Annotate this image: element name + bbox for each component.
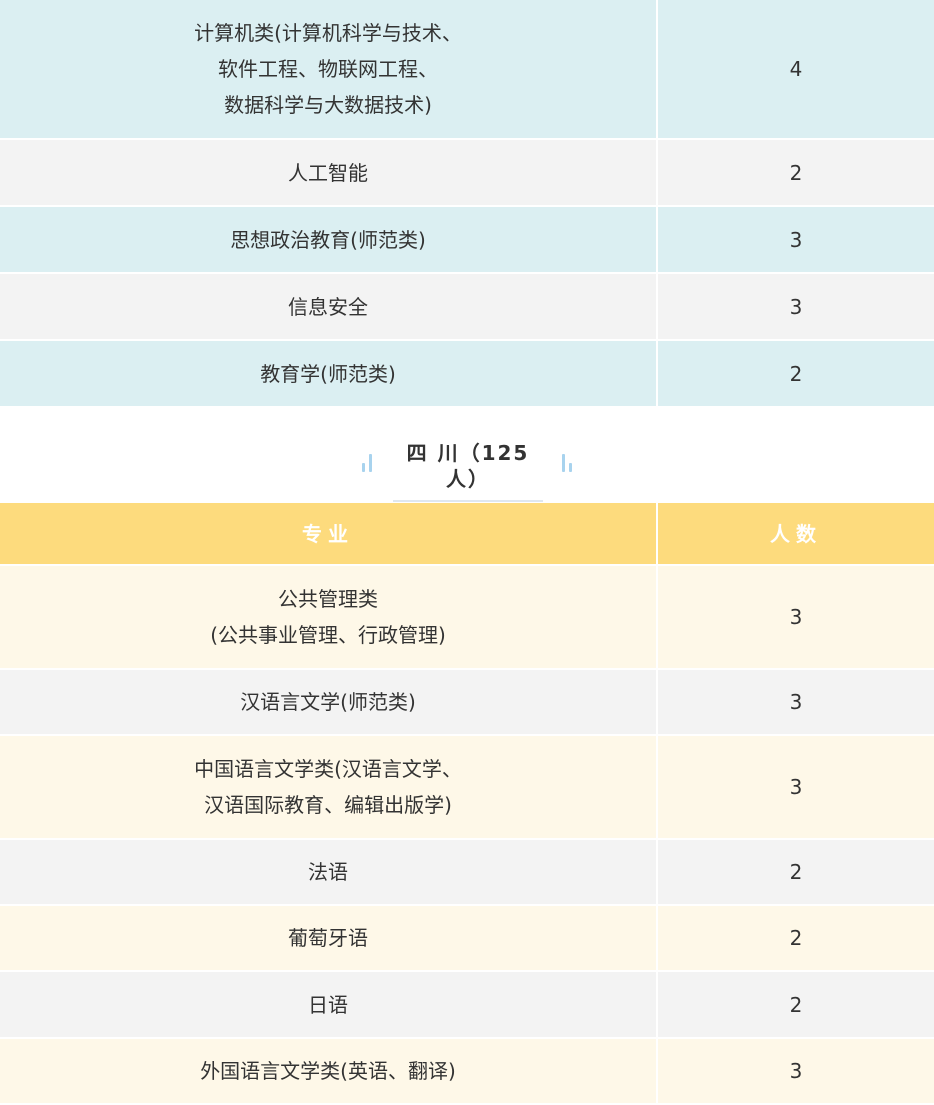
count-cell: 3 (657, 669, 934, 736)
major-cell: 法语 (0, 839, 658, 906)
count-cell: 2 (657, 340, 934, 408)
table-row: 中国语言文学类(汉语言文学、 汉语国际教育、编辑出版学) 3 (0, 735, 934, 840)
table-top: 计算机类(计算机科学与技术、 软件工程、物联网工程、 数据科学与大数据技术) 4 人… (0, 0, 934, 408)
section-title-underline (393, 500, 543, 502)
major-text: 外国语言文学类(英语、翻译) (200, 1059, 456, 1083)
major-cell: 思想政治教育(师范类) (0, 206, 658, 274)
major-cell: 教育学(师范类) (0, 340, 658, 408)
header-major: 专业 (0, 503, 658, 566)
major-cell: 计算机类(计算机科学与技术、 软件工程、物联网工程、 数据科学与大数据技术) (0, 0, 658, 140)
section-title-wrap: 四 川（125人） (393, 440, 543, 502)
table-row: 汉语言文学(师范类) 3 (0, 669, 934, 736)
decor-bars-left-icon (362, 454, 372, 472)
major-text: 汉语言文学(师范类) (240, 690, 416, 714)
major-cell: 葡萄牙语 (0, 905, 658, 972)
major-text: 日语 (308, 992, 348, 1017)
header-count: 人数 (657, 503, 934, 566)
count-cell: 4 (657, 0, 934, 140)
table-row: 思想政治教育(师范类) 3 (0, 206, 934, 274)
count-cell: 3 (657, 273, 934, 341)
count-cell: 2 (657, 839, 934, 906)
major-cell: 中国语言文学类(汉语言文学、 汉语国际教育、编辑出版学) (0, 735, 658, 840)
count-cell: 2 (657, 905, 934, 972)
count-cell: 3 (657, 1038, 934, 1105)
table-row: 信息安全 3 (0, 273, 934, 341)
major-text: 公共管理类 (公共事业管理、行政管理) (210, 587, 446, 647)
table-row: 法语 2 (0, 839, 934, 906)
major-text: 教育学(师范类) (260, 361, 396, 386)
major-cell: 信息安全 (0, 273, 658, 341)
count-cell: 3 (657, 565, 934, 670)
major-text: 法语 (308, 860, 348, 884)
count-cell: 2 (657, 139, 934, 207)
major-text: 人工智能 (288, 160, 368, 185)
page: 计算机类(计算机科学与技术、 软件工程、物联网工程、 数据科学与大数据技术) 4 人… (0, 0, 934, 1105)
count-cell: 3 (657, 206, 934, 274)
major-text: 信息安全 (288, 294, 368, 319)
major-text: 中国语言文学类(汉语言文学、 汉语国际教育、编辑出版学) (194, 757, 462, 817)
major-text: 思想政治教育(师范类) (230, 227, 426, 252)
table-row: 人工智能 2 (0, 139, 934, 207)
table-row: 教育学(师范类) 2 (0, 340, 934, 408)
table-row: 日语 2 (0, 971, 934, 1039)
table-row: 葡萄牙语 2 (0, 905, 934, 972)
major-text: 计算机类(计算机科学与技术、 软件工程、物联网工程、 数据科学与大数据技术) (194, 21, 462, 117)
section-header: 四 川（125人） (0, 408, 934, 503)
major-text: 葡萄牙语 (288, 926, 368, 950)
table-row: 计算机类(计算机科学与技术、 软件工程、物联网工程、 数据科学与大数据技术) 4 (0, 0, 934, 140)
section-title: 四 川（125人） (406, 441, 530, 491)
table-row: 公共管理类 (公共事业管理、行政管理) 3 (0, 565, 934, 670)
table-header-row: 专业 人数 (0, 503, 934, 566)
major-cell: 日语 (0, 971, 658, 1039)
major-cell: 汉语言文学(师范类) (0, 669, 658, 736)
major-cell: 人工智能 (0, 139, 658, 207)
table-sichuan: 专业 人数 公共管理类 (公共事业管理、行政管理) 3 汉语言文学(师范类) 3 中国语… (0, 503, 934, 1105)
major-cell: 公共管理类 (公共事业管理、行政管理) (0, 565, 658, 670)
decor-bars-right-icon (562, 454, 572, 472)
major-cell: 外国语言文学类(英语、翻译) (0, 1038, 658, 1105)
count-cell: 3 (657, 735, 934, 840)
count-cell: 2 (657, 971, 934, 1039)
table-row: 外国语言文学类(英语、翻译) 3 (0, 1038, 934, 1105)
